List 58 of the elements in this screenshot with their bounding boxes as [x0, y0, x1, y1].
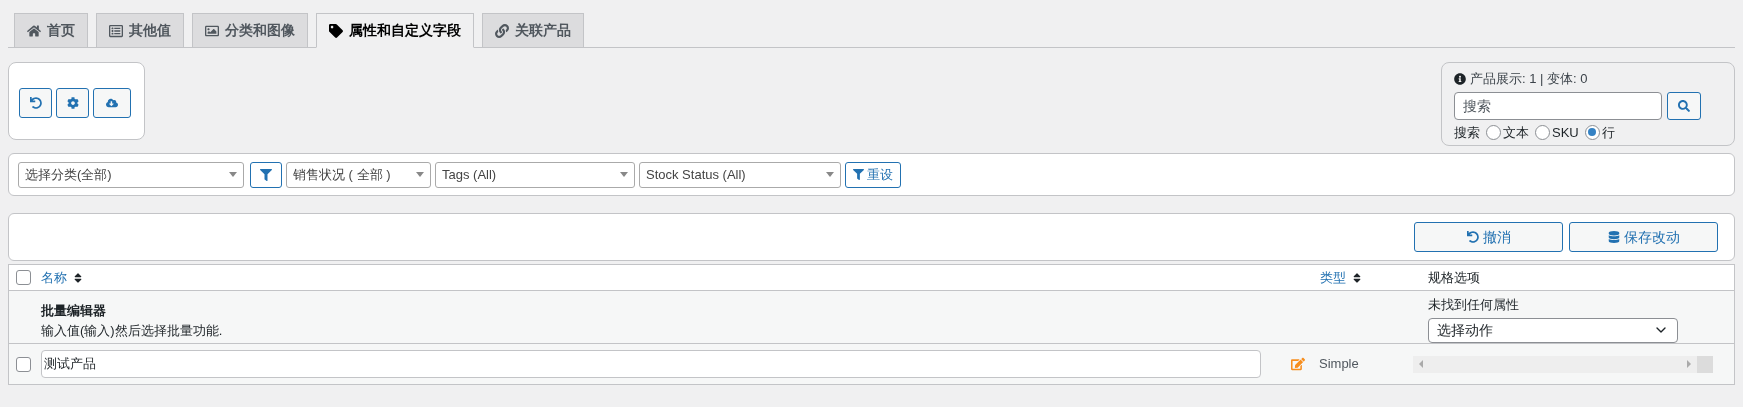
checkbox[interactable]: [16, 270, 31, 285]
image-icon: [205, 23, 219, 38]
tab[interactable]: 关联产品: [482, 13, 584, 48]
bulk-editor-hint: 输入值(输入)然后选择批量功能.: [41, 321, 224, 340]
edit-icon[interactable]: [1291, 357, 1305, 371]
caret-icon: [416, 172, 424, 177]
sort-icon: [1351, 271, 1363, 284]
filter-button[interactable]: [250, 161, 282, 188]
dropdown[interactable]: 选择分类(全部): [18, 161, 244, 188]
settings-icon: [66, 97, 79, 109]
undo-button[interactable]: 撤消: [1414, 222, 1563, 252]
home-icon: [27, 23, 41, 38]
cloud-download-icon: [106, 97, 118, 109]
column-header[interactable]: 名称: [41, 267, 67, 288]
save-button[interactable]: 保存改动: [1569, 222, 1718, 252]
column-header: 规格选项: [1428, 268, 1480, 287]
caret-icon: [229, 172, 237, 177]
search-button[interactable]: [1667, 91, 1701, 120]
tag-icon: [329, 23, 343, 38]
search-label: 搜索: [1454, 123, 1480, 142]
radio-label[interactable]: 行: [1601, 122, 1615, 142]
settings-button[interactable]: [56, 88, 89, 118]
type-cell-text: Simple: [1319, 355, 1360, 374]
tab[interactable]: 其他值: [96, 13, 184, 48]
caret-icon: [826, 172, 834, 177]
download-button[interactable]: [93, 88, 131, 118]
filter-icon: [853, 169, 864, 180]
radio-button[interactable]: [1535, 124, 1550, 140]
reload-button[interactable]: [19, 88, 52, 118]
tab[interactable]: 首页: [14, 13, 88, 48]
product-count: 产品展示: 1 | 变体: 0: [1470, 70, 1588, 88]
radio-button[interactable]: [1584, 124, 1600, 140]
undo-icon: [29, 97, 42, 109]
database-icon: [1607, 231, 1620, 243]
dropdown[interactable]: Tags (All): [435, 161, 635, 188]
info-icon: [1454, 72, 1466, 85]
radio-label[interactable]: 文本: [1503, 122, 1529, 142]
search-field[interactable]: 搜索: [1454, 91, 1662, 120]
search-icon: [1678, 99, 1690, 112]
notice-text: 未找到任何属性: [1428, 296, 1520, 314]
dropdown[interactable]: Stock Status (All): [639, 161, 841, 188]
tab[interactable]: 属性和自定义字段: [316, 13, 474, 48]
column-header[interactable]: 类型: [1320, 267, 1346, 288]
action-dropdown[interactable]: 选择动作: [1428, 317, 1678, 343]
tab[interactable]: 分类和图像: [192, 13, 308, 48]
list-icon: [109, 23, 123, 38]
undo-icon: [1466, 231, 1479, 243]
sort-icon: [72, 271, 84, 284]
checkbox[interactable]: [16, 356, 31, 372]
caret-icon: [620, 172, 628, 177]
radio-label[interactable]: SKU: [1552, 122, 1579, 142]
bulk-editor-title: 批量编辑器: [41, 302, 107, 320]
filter-icon: [260, 168, 272, 181]
link-icon: [495, 23, 509, 38]
dropdown[interactable]: 销售状况 ( 全部 ): [286, 161, 431, 188]
radio-button[interactable]: [1486, 124, 1501, 140]
name-field[interactable]: 测试产品: [41, 350, 1261, 378]
reset-button[interactable]: 重设: [845, 161, 901, 188]
